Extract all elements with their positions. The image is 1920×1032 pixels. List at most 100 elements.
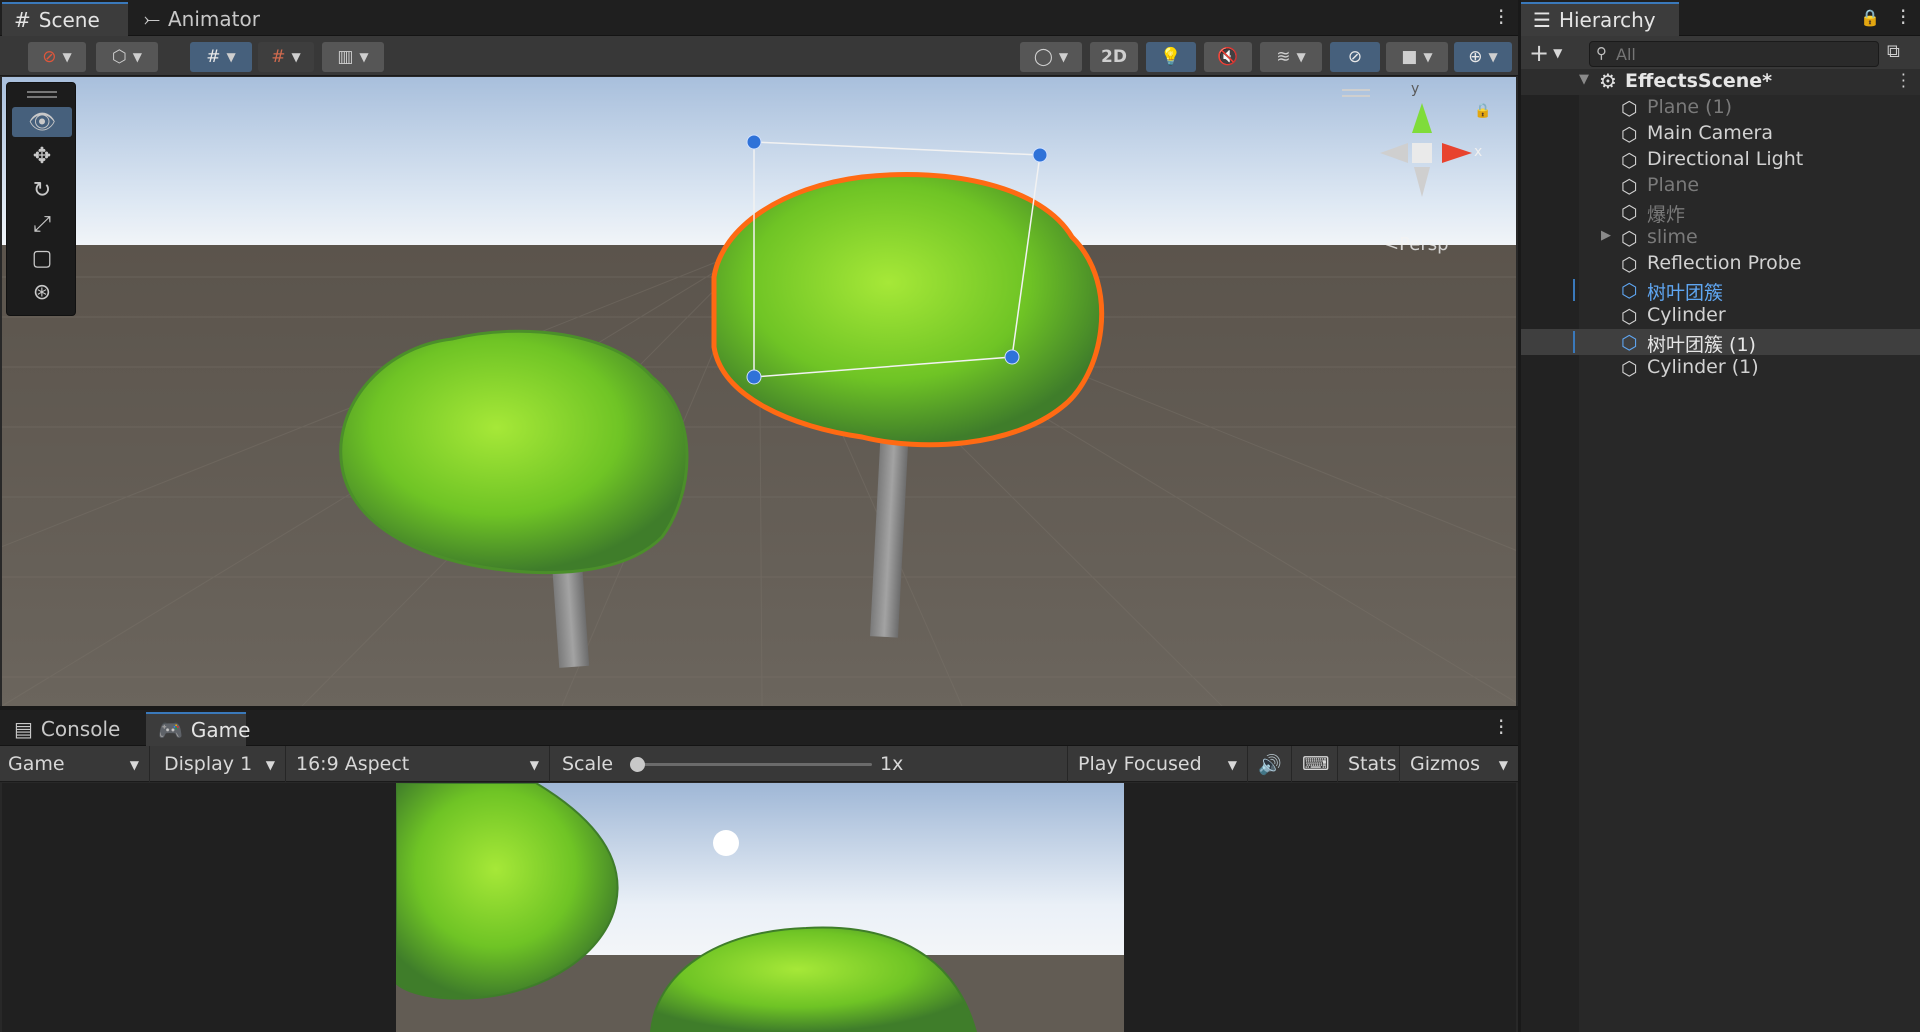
scene-menu-icon[interactable]: · · ·: [1498, 1, 1504, 33]
gizmos-scene-button[interactable]: ⊕ ▼: [1454, 42, 1512, 72]
eye-icon: 👁: [28, 109, 56, 135]
transform-tool[interactable]: ⊛: [12, 277, 72, 307]
projection-label[interactable]: <Persp: [1384, 234, 1449, 255]
game-panel: ▤ Console 🎮 Game · · · Game ▼ Display 1 ▼ 16…: [0, 710, 1518, 1032]
hierarchy-menu-icon[interactable]: · · ·: [1900, 1, 1906, 33]
scene-root-row[interactable]: ▼ ⚙ EffectsScene* · · ·: [1521, 67, 1920, 95]
tab-scene-label: Scene: [38, 8, 100, 32]
camera-settings-button[interactable]: ■ ▼: [1386, 42, 1448, 72]
draw-mode-button[interactable]: ⊘ ▼: [28, 42, 86, 72]
hierarchy-search[interactable]: ⚲: [1589, 41, 1879, 67]
list-icon: ☰: [1533, 8, 1551, 32]
hierarchy-toolbar: +▼ ⚲ ⧉: [1521, 36, 1920, 72]
scene-menu-kebab-icon[interactable]: · · ·: [1901, 67, 1906, 95]
stats-label: Stats: [1348, 753, 1397, 775]
create-button[interactable]: + ▼: [1529, 39, 1579, 67]
tab-game[interactable]: 🎮 Game: [146, 712, 250, 746]
layers-icon: ≋: [1276, 47, 1291, 67]
list-item[interactable]: ⬡ 爆炸: [1521, 199, 1920, 226]
gameobject-icon: ⬡: [1621, 228, 1638, 250]
tab-game-label: Game: [190, 718, 251, 742]
camera-icon: ■: [1401, 47, 1418, 67]
scale-icon: ⤢: [33, 211, 51, 237]
game-mode-dropdown[interactable]: Game ▼: [0, 746, 150, 782]
gamepad-icon: 🎮: [158, 718, 183, 742]
sphere-icon: ◯: [1033, 47, 1053, 67]
lightbulb-icon: 💡: [1160, 47, 1182, 67]
tab-hierarchy[interactable]: ☰ Hierarchy: [1521, 2, 1679, 36]
display-value: Display 1: [164, 753, 253, 775]
list-item[interactable]: ⬡ Cylinder: [1521, 303, 1920, 329]
game-toolbar: Game ▼ Display 1 ▼ 16:9 Aspect ▼ Scale 1x P…: [0, 746, 1518, 782]
game-menu-icon[interactable]: · · ·: [1498, 711, 1504, 743]
gizmos-dropdown[interactable]: Gizmos ▼: [1402, 746, 1518, 782]
chevron-down-icon: ▼: [529, 758, 539, 772]
list-item[interactable]: ⬡ Cylinder (1): [1521, 355, 1920, 381]
chevron-down-icon[interactable]: ▼: [1579, 72, 1589, 87]
2d-toggle-button[interactable]: 2D: [1090, 42, 1138, 72]
chevron-down-icon: ▼: [1423, 50, 1433, 64]
gameobject-icon: ⬡: [1621, 150, 1638, 172]
increment-snap-icon: #: [271, 47, 286, 67]
list-item[interactable]: ▶ ⬡ slime: [1521, 225, 1920, 251]
view-tool[interactable]: 👁: [12, 107, 72, 137]
plus-icon: +: [1529, 39, 1550, 67]
ruler-button[interactable]: ▥ ▼: [322, 42, 384, 72]
chevron-down-icon: ▼: [359, 50, 369, 64]
shading-button[interactable]: ◯ ▼: [1020, 42, 1082, 72]
scale-tool[interactable]: ⤢: [12, 209, 72, 239]
game-render[interactable]: [396, 783, 1124, 1032]
eye-hidden-icon: ⊘: [1347, 47, 1363, 67]
tab-console[interactable]: ▤ Console: [2, 712, 142, 746]
lock-icon[interactable]: 🔒: [1474, 103, 1491, 119]
play-mode-dropdown[interactable]: Play Focused ▼: [1070, 746, 1248, 782]
scale-slider-thumb[interactable]: [630, 757, 645, 772]
search-options-icon[interactable]: ⧉: [1887, 41, 1913, 67]
prefab-icon: ⬡: [1621, 332, 1638, 354]
search-input[interactable]: [1614, 43, 1864, 65]
list-item[interactable]: ⬡ 树叶团簇: [1521, 277, 1920, 304]
increment-snap-button[interactable]: # ▼: [258, 42, 314, 72]
palette-handle[interactable]: [27, 91, 57, 93]
scale-slider[interactable]: [630, 757, 872, 772]
list-item[interactable]: ⬡ Plane: [1521, 173, 1920, 199]
game-mode-value: Game: [8, 753, 65, 775]
list-item[interactable]: ⬡ Directional Light: [1521, 147, 1920, 173]
list-item[interactable]: ⬡ Plane (1): [1521, 95, 1920, 121]
tool-palette: 👁 ✥ ↻ ⤢ ▢ ⊛: [6, 82, 76, 316]
list-item[interactable]: ⬡ Reflection Probe: [1521, 251, 1920, 277]
mute-audio-button[interactable]: 🔊: [1250, 746, 1292, 782]
chevron-down-icon: ▼: [1498, 758, 1508, 772]
tab-scene[interactable]: # Scene: [2, 2, 128, 36]
scene-viewport[interactable]: y x <Persp 🔒: [2, 77, 1516, 706]
move-tool[interactable]: ✥: [12, 141, 72, 171]
tab-animator[interactable]: ⤚ Animator: [132, 2, 272, 36]
prefab-override-marker: [1573, 331, 1575, 353]
rect-tool[interactable]: ▢: [12, 243, 72, 273]
gameobject-icon: ⬡: [1621, 254, 1638, 276]
gizmo-y-label: y: [1411, 81, 1420, 97]
rotate-tool[interactable]: ↻: [12, 175, 72, 205]
audio-toggle-button[interactable]: 🔇: [1204, 42, 1252, 72]
scale-value: 1x: [880, 753, 904, 775]
aspect-dropdown[interactable]: 16:9 Aspect ▼: [288, 746, 550, 782]
gizmos-label: Gizmos: [1410, 753, 1481, 775]
chevron-down-icon: ▼: [1227, 758, 1237, 772]
2d-label: 2D: [1101, 47, 1127, 67]
chevron-right-icon[interactable]: ▶: [1601, 228, 1611, 243]
stats-button[interactable]: Stats: [1340, 746, 1400, 782]
effects-button[interactable]: ≋ ▼: [1260, 42, 1322, 72]
list-item[interactable]: ⬡ Main Camera: [1521, 121, 1920, 147]
grid-snap-button[interactable]: # ▼: [190, 42, 252, 72]
render-mode-button[interactable]: ⬡ ▼: [96, 42, 158, 72]
gameobject-icon: ⬡: [1621, 306, 1638, 328]
display-dropdown[interactable]: Display 1 ▼: [156, 746, 286, 782]
scene-visibility-button[interactable]: ⊘: [1330, 42, 1380, 72]
lighting-toggle-button[interactable]: 💡: [1146, 42, 1196, 72]
list-item-selected[interactable]: ⬡ 树叶团簇 (1): [1521, 329, 1920, 356]
prefab-override-marker: [1573, 279, 1575, 301]
shortcuts-button[interactable]: ⌨: [1294, 746, 1338, 782]
draw-mode-icon: ⊘: [42, 47, 57, 67]
scene-render: [2, 77, 1516, 706]
lock-icon[interactable]: 🔒: [1860, 8, 1880, 27]
